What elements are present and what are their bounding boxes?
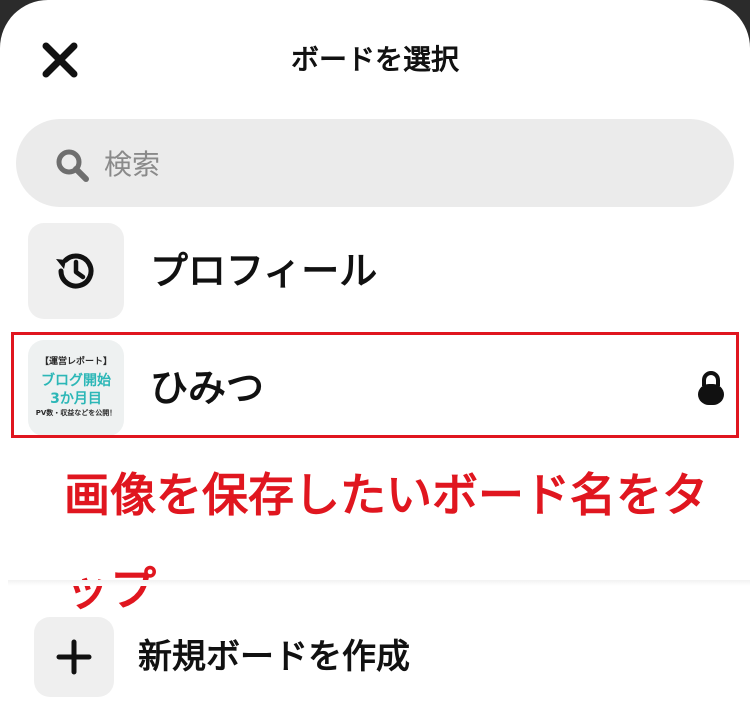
page-title: ボードを選択	[290, 43, 459, 76]
create-board-label: 新規ボードを作成	[138, 637, 410, 677]
cover-text: 【運営レポート】	[39, 357, 112, 367]
cover-text: 3か月目	[50, 391, 102, 407]
plus-icon-box	[34, 617, 114, 697]
board-item-profile[interactable]: プロフィール	[28, 223, 728, 319]
lock-icon	[698, 371, 724, 405]
cover-text: PV数・収益などを公開！	[35, 409, 117, 417]
search-icon	[56, 149, 89, 182]
board-picker-sheet: ボードを選択 プロフィール 【運営レポート】 ブログ開始 3か月目 PV数・収益…	[0, 0, 750, 717]
history-icon	[56, 253, 94, 289]
divider	[8, 580, 750, 586]
board-cover-image: 【運営レポート】 ブログ開始 3か月目 PV数・収益などを公開！	[28, 340, 124, 436]
create-board-button[interactable]: 新規ボードを作成	[34, 617, 734, 697]
search-input[interactable]	[102, 139, 706, 189]
search-bar[interactable]	[16, 119, 734, 207]
board-name: ひみつ	[150, 366, 265, 410]
cover-text: ブログ開始	[41, 373, 111, 389]
board-thumbnail	[28, 223, 124, 319]
board-item-himitsu[interactable]: 【運営レポート】 ブログ開始 3か月目 PV数・収益などを公開！ ひみつ	[28, 340, 728, 436]
board-name: プロフィール	[150, 249, 378, 293]
plus-icon	[56, 639, 92, 675]
instruction-annotation: 画像を保存したいボード名をタップ	[64, 468, 708, 616]
